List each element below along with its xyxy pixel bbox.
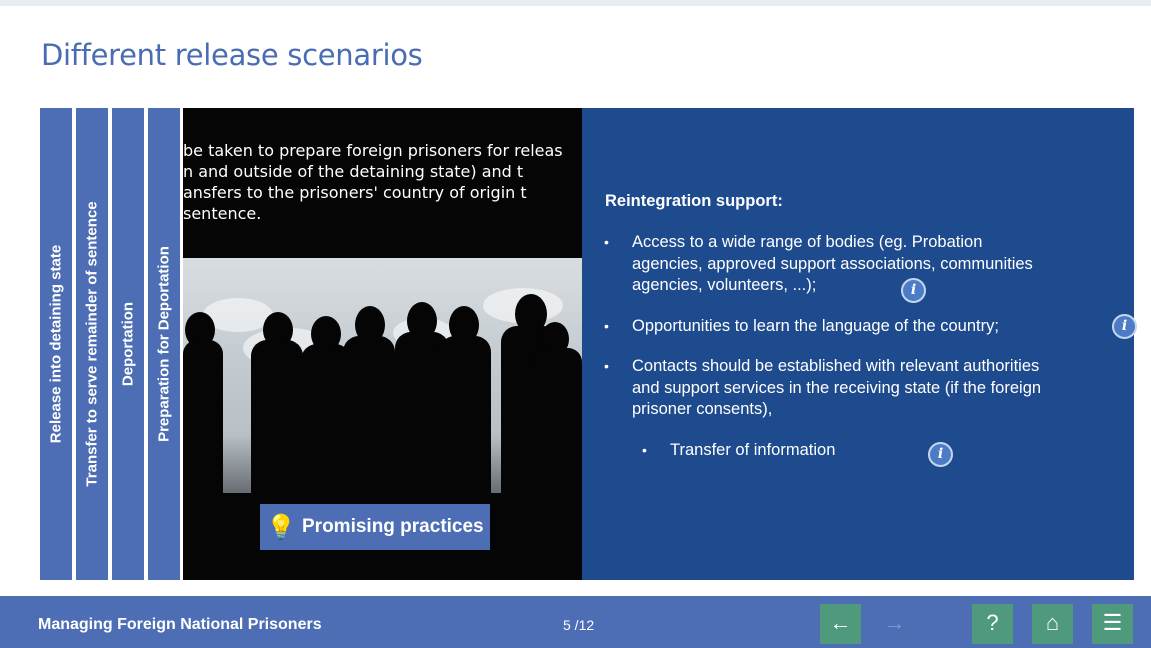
tab-preparation-for-deportation[interactable]: Preparation for Deportation: [148, 108, 182, 580]
lightbulb-icon: 💡: [266, 513, 296, 541]
reintegration-support-panel: Reintegration support: • Access to a wid…: [582, 108, 1137, 580]
forward-arrow-button[interactable]: →: [874, 604, 915, 644]
list-item: • Contacts should be established with re…: [604, 357, 1042, 418]
page-title: Different release scenarios: [41, 38, 423, 72]
tab-deportation[interactable]: Deportation: [112, 108, 146, 580]
list-item: • Opportunities to learn the language of…: [604, 317, 999, 335]
tab-label: Transfer to serve remainder of sentence: [83, 201, 101, 487]
info-icon[interactable]: i: [901, 278, 926, 303]
list-item: • Access to a wide range of bodies (eg. …: [604, 233, 1033, 294]
course-title: Managing Foreign National Prisoners: [38, 616, 322, 633]
promising-practices-button[interactable]: 💡 Promising practices: [260, 504, 490, 550]
help-button[interactable]: ?: [972, 604, 1013, 644]
slide-content: Release into detaining state Transfer to…: [40, 108, 1137, 580]
tab-release-into-detaining-state[interactable]: Release into detaining state: [40, 108, 74, 580]
photo-overlay-text: be taken to prepare foreign prisoners fo…: [183, 141, 563, 223]
back-arrow-button[interactable]: ←: [820, 604, 861, 644]
page-counter: 5 /12: [563, 617, 595, 633]
home-button[interactable]: ⌂: [1032, 604, 1073, 644]
info-icon[interactable]: i: [928, 442, 953, 467]
tab-transfer-to-serve-remainder[interactable]: Transfer to serve remainder of sentence: [76, 108, 110, 580]
top-border: [0, 0, 1151, 6]
menu-button[interactable]: ☰: [1092, 604, 1133, 644]
footer-bar: Managing Foreign National Prisoners 5 /1…: [0, 596, 1151, 648]
list-item: • Transfer of information: [642, 441, 836, 459]
tab-label: Preparation for Deportation: [155, 246, 173, 442]
prisoners-silhouette-photo: be taken to prepare foreign prisoners fo…: [183, 108, 582, 580]
promising-practices-label: Promising practices: [302, 516, 484, 537]
scenario-tabs: Release into detaining state Transfer to…: [40, 108, 183, 580]
info-icon[interactable]: i: [1112, 314, 1137, 339]
tab-label: Deportation: [119, 301, 137, 387]
panel-title: Reintegration support:: [605, 192, 783, 210]
tab-label: Release into detaining state: [47, 244, 65, 444]
